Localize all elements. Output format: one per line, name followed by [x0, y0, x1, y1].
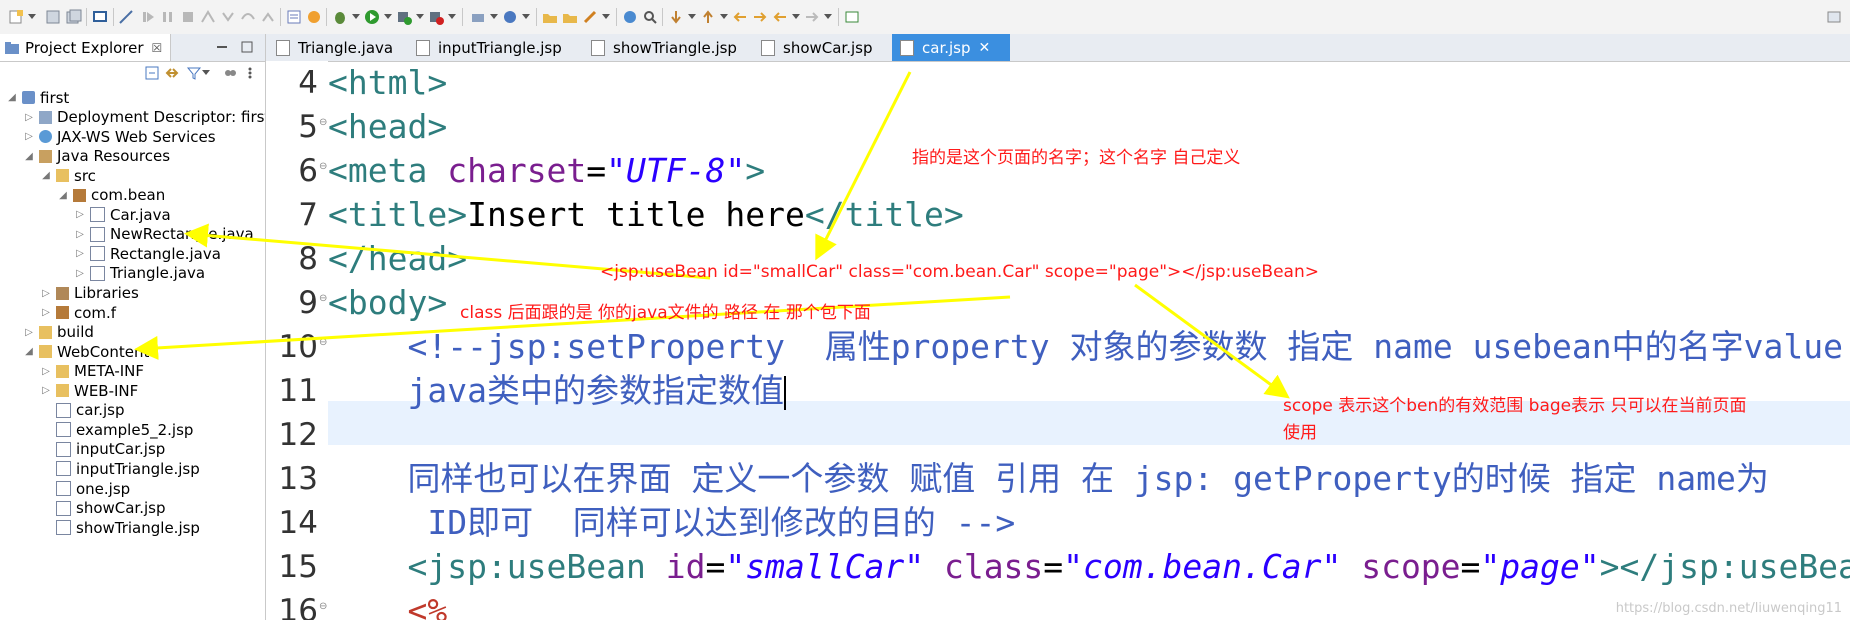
arrow-to-scope-note [1134, 283, 1290, 399]
annotation-class-note: class 后面跟的是 你的java文件的 路径 在 那个包下面 [460, 303, 871, 323]
annotation-scope-note: scope 表示这个ben的有效范围 bage表示 只可以在当前页面 [1283, 396, 1747, 416]
annotation-scope-note-2: 使用 [1283, 423, 1317, 443]
annotation-arrows [134, 71, 1290, 399]
watermark: https://blog.csdn.net/liuwenqing11 [1615, 601, 1842, 616]
annotation-usebean-code: <jsp:useBean id="smallCar" class="com.be… [600, 262, 1319, 282]
arrow-to-title [815, 71, 912, 261]
annotation-page-name: 指的是这个页面的名字；这个名字 自己定义 [912, 148, 1241, 168]
